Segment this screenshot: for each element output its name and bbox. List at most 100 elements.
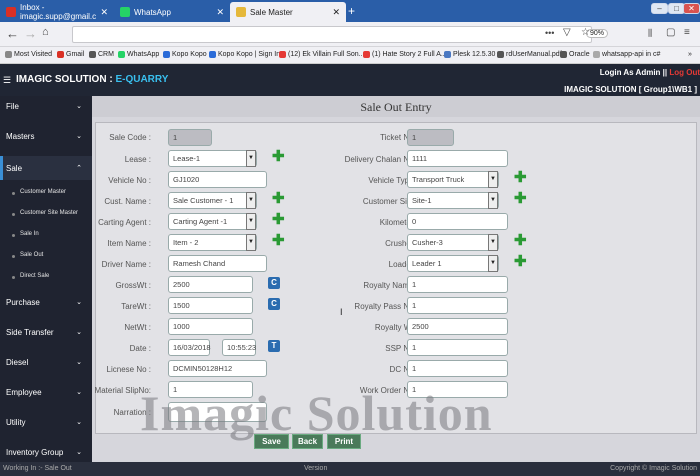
- ticket-no-field[interactable]: 1: [407, 129, 454, 146]
- sidebar-sub-customer-site-master[interactable]: Customer Site Master: [11, 210, 78, 216]
- tab-sale-master[interactable]: Sale Master ✕: [230, 2, 346, 22]
- royalty-wt-field[interactable]: 2500: [407, 318, 508, 335]
- chevron-down-icon[interactable]: ▼: [246, 234, 256, 251]
- close-icon[interactable]: ✕: [100, 7, 108, 18]
- url-bar[interactable]: 90%: [72, 26, 609, 43]
- sale-code-label: Sale Code :: [109, 133, 151, 142]
- bookmark-hate-story[interactable]: (1) Hate Story 2 Full A...: [363, 51, 447, 58]
- bookmark-crm[interactable]: CRM: [89, 51, 114, 58]
- close-icon[interactable]: ✕: [216, 7, 224, 18]
- item-name-select[interactable]: Item - 2 ▼: [168, 234, 257, 251]
- carting-agent-select[interactable]: Carting Agent -1 ▼: [168, 213, 257, 230]
- tab-inbox[interactable]: Inbox - imagic.supp@gmail.c ✕: [0, 2, 114, 22]
- capture-tare-wt-button[interactable]: C: [268, 298, 280, 310]
- back-arrow-icon[interactable]: ←: [6, 26, 19, 41]
- tab-whatsapp[interactable]: WhatsApp ✕: [114, 2, 230, 22]
- chevron-down-icon[interactable]: ▼: [488, 192, 498, 209]
- sidebar-sub-customer-master[interactable]: Customer Master: [11, 189, 66, 195]
- lease-select[interactable]: Lease-1 ▼: [168, 150, 257, 167]
- library-icon[interactable]: ⫼: [648, 28, 652, 39]
- chevron-down-icon[interactable]: ▼: [488, 255, 498, 272]
- royalty-pass-field[interactable]: 1: [407, 297, 508, 314]
- new-tab-button[interactable]: +: [348, 4, 355, 18]
- chevron-down-icon[interactable]: ▼: [488, 171, 498, 188]
- net-wt-field[interactable]: 1000: [168, 318, 253, 335]
- add-carting-agent-icon[interactable]: ✚: [272, 212, 285, 227]
- driver-name-field[interactable]: Ramesh Chand: [168, 255, 267, 272]
- cust-name-select[interactable]: Sale Customer - 1 ▼: [168, 192, 257, 209]
- home-icon[interactable]: ⌂: [42, 26, 49, 38]
- hamburger-menu-icon[interactable]: ☰: [3, 75, 11, 86]
- customer-site-label: Customer Site :: [362, 197, 418, 206]
- bookmark-whatsapp[interactable]: WhatsApp: [118, 51, 159, 58]
- delivery-chalan-field[interactable]: 1111: [407, 150, 508, 167]
- bookmark-ek-villain[interactable]: (12) Ek Villain Full Son...: [279, 51, 365, 58]
- menu-icon[interactable]: ≡: [684, 27, 690, 38]
- bookmark-most-visited[interactable]: Most Visited: [5, 51, 52, 58]
- bookmark-rdusermanual[interactable]: rdUserManual.pdf: [497, 51, 562, 58]
- add-customer-icon[interactable]: ✚: [272, 191, 285, 206]
- sidebar-sub-direct-sale[interactable]: Direct Sale: [11, 273, 49, 279]
- bookmark-star-icon[interactable]: ☆: [581, 27, 590, 38]
- sidebar-sub-sale-in[interactable]: Sale In: [12, 231, 39, 237]
- page-icon: [593, 51, 600, 58]
- cust-name-label: Cust. Name :: [104, 197, 151, 206]
- pocket-icon[interactable]: ▽: [563, 27, 571, 38]
- bookmark-whatsapp-api[interactable]: whatsapp-api in c#: [593, 51, 660, 58]
- time-field[interactable]: 10:55:23: [222, 339, 256, 356]
- set-time-button[interactable]: T: [268, 340, 280, 352]
- vehicle-type-select[interactable]: Transport Truck ▼: [407, 171, 499, 188]
- add-lease-icon[interactable]: ✚: [272, 149, 285, 164]
- company-info: IMAGIC SOLUTION [ Group1\WB1 ]: [564, 85, 697, 94]
- add-item-icon[interactable]: ✚: [272, 233, 285, 248]
- vehicle-no-field[interactable]: GJ1020: [168, 171, 267, 188]
- material-slip-label: Material SlipNo:: [94, 386, 151, 395]
- item-name-label: Item Name :: [107, 239, 151, 248]
- bookmark-oracle[interactable]: Oracle: [560, 51, 590, 58]
- kilometer-field[interactable]: 0: [407, 213, 508, 230]
- date-field[interactable]: 16/03/2018: [168, 339, 211, 356]
- add-loader-icon[interactable]: ✚: [514, 254, 527, 269]
- text-cursor-icon: I: [340, 307, 343, 317]
- sidebar-toggle-icon[interactable]: ▢: [666, 27, 675, 38]
- logout-link[interactable]: Log Out: [669, 68, 700, 77]
- sidebar-item-inventory-group[interactable]: Inventory Group ⌄: [0, 442, 92, 462]
- sidebar-item-file[interactable]: File ⌄: [0, 96, 92, 116]
- add-vehicle-type-icon[interactable]: ✚: [514, 170, 527, 185]
- royalty-name-field[interactable]: 1: [407, 276, 508, 293]
- kilometer-label: Kilometer :: [379, 218, 418, 227]
- capture-gross-wt-button[interactable]: C: [268, 277, 280, 289]
- date-label: Date :: [129, 344, 151, 353]
- ssp-no-field[interactable]: 1: [407, 339, 508, 356]
- sale-code-field[interactable]: 1: [168, 129, 212, 146]
- tare-wt-field[interactable]: 1500: [168, 297, 253, 314]
- more-actions-icon[interactable]: •••: [545, 28, 554, 38]
- window-close-button[interactable]: ✕: [683, 3, 700, 14]
- more-bookmarks-icon[interactable]: »: [688, 51, 692, 58]
- chevron-down-icon[interactable]: ▼: [246, 213, 256, 230]
- bookmark-kopo-signin[interactable]: Kopo Kopo | Sign In: [209, 51, 280, 58]
- bookmark-kopo[interactable]: Kopo Kopo: [163, 51, 207, 58]
- tab-title: Inbox - imagic.supp@gmail.c: [20, 3, 97, 21]
- add-crusher-icon[interactable]: ✚: [514, 233, 527, 248]
- bookmark-gmail[interactable]: Gmail: [57, 51, 84, 58]
- chevron-down-icon[interactable]: ▼: [246, 192, 256, 209]
- close-icon[interactable]: ✕: [332, 7, 340, 18]
- chevron-down-icon[interactable]: ▼: [488, 234, 498, 251]
- crusher-select[interactable]: Cusher-3 ▼: [407, 234, 499, 251]
- gross-wt-field[interactable]: 2500: [168, 276, 253, 293]
- licnese-field[interactable]: DCMIN50128H12: [168, 360, 267, 377]
- customer-site-select[interactable]: Site-1 ▼: [407, 192, 499, 209]
- globe-icon: [497, 51, 504, 58]
- minimize-button[interactable]: –: [651, 3, 668, 14]
- chevron-down-icon[interactable]: ▼: [246, 150, 256, 167]
- dc-no-field[interactable]: 1: [407, 360, 508, 377]
- add-customer-site-icon[interactable]: ✚: [514, 191, 527, 206]
- globe-icon: [89, 51, 96, 58]
- bookmark-plesk[interactable]: Plesk 12.5.30: [444, 51, 495, 58]
- sidebar-sub-sale-out[interactable]: Sale Out: [11, 252, 43, 258]
- loader-select[interactable]: Leader 1 ▼: [407, 255, 499, 272]
- globe-icon: [560, 51, 567, 58]
- tare-wt-label: TareWt :: [121, 302, 151, 311]
- forward-arrow-icon[interactable]: →: [24, 26, 37, 41]
